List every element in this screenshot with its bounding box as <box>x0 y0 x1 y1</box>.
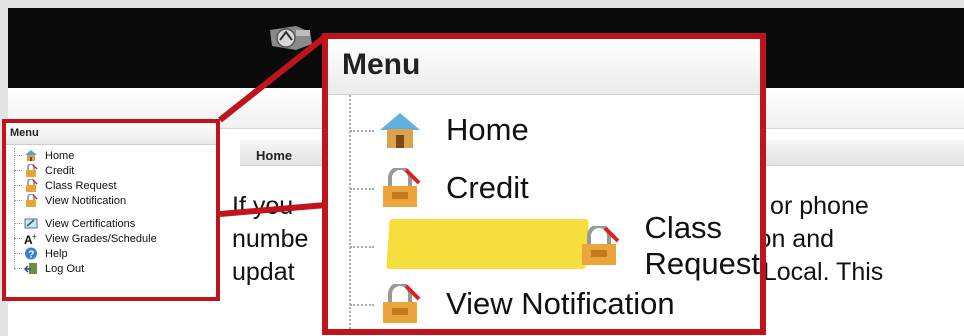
sidebar-menu-title: Menu <box>6 123 216 145</box>
sidebar-menu-list: Home Credit Class Request View Notificat… <box>6 145 216 276</box>
lock-icon <box>383 168 421 207</box>
home-icon <box>380 113 420 148</box>
union-logo-icon <box>270 26 312 50</box>
zoomed-menu-title: Menu <box>328 39 760 95</box>
sidebar-menu: Menu Home Credit Class Request View Noti… <box>2 119 220 301</box>
highlight-marker <box>386 219 589 269</box>
certificate-icon <box>24 218 38 229</box>
zoomed-item-label: Credit <box>446 170 529 205</box>
content-line: ion and <box>752 225 835 253</box>
zoomed-item-label: Home <box>446 112 529 147</box>
lock-icon <box>26 179 38 192</box>
svg-text:+: + <box>32 232 37 241</box>
sidebar-item-label: Home <box>45 149 75 162</box>
logout-icon <box>24 263 37 274</box>
lock-icon <box>383 284 421 323</box>
sidebar-item-log-out[interactable]: Log Out <box>6 261 216 276</box>
lock-icon <box>26 164 38 177</box>
content-line: e Local. This <box>742 258 884 286</box>
sidebar-item-credit[interactable]: Credit <box>6 163 216 178</box>
svg-text:?: ? <box>28 250 34 261</box>
sidebar-item-label: View Grades/Schedule <box>45 232 157 245</box>
lock-icon <box>581 226 619 265</box>
sidebar-item-label: Credit <box>45 164 75 177</box>
sidebar-item-label: View Notification <box>45 194 127 207</box>
sidebar-item-label: View Certifications <box>45 217 136 230</box>
lock-icon <box>26 194 38 207</box>
zoomed-item-home[interactable]: Home <box>328 101 760 159</box>
zoomed-item-label: Class Request <box>644 210 761 281</box>
content-body-right: il or phone ion and e Local. This <box>742 190 962 289</box>
sidebar-item-view-certifications[interactable]: View Certifications <box>6 216 216 231</box>
sidebar-item-view-grades-schedule[interactable]: A + View Grades/Schedule <box>6 231 216 246</box>
sidebar-item-view-notification[interactable]: View Notification <box>6 193 216 208</box>
sidebar-item-label: Help <box>45 247 68 260</box>
sidebar-item-label: Log Out <box>45 262 85 275</box>
zoomed-item-class-request[interactable]: Class Request <box>328 210 760 281</box>
sidebar-item-home[interactable]: Home <box>6 148 216 163</box>
sidebar-item-help[interactable]: ? Help <box>6 246 216 261</box>
zoomed-menu-list: Home Credit Class Request View Notificat… <box>328 95 760 329</box>
content-header-title: Home <box>256 148 293 163</box>
home-icon <box>25 150 37 161</box>
zoomed-item-label: View Notification <box>446 286 675 321</box>
zoomed-menu: Menu Home Credit Class Request View Noti… <box>322 33 766 335</box>
grade-icon: A + <box>24 232 37 245</box>
help-icon: ? <box>25 247 37 261</box>
zoomed-item-view-notification[interactable]: View Notification <box>328 275 760 329</box>
content-line: il or phone <box>752 192 869 220</box>
sidebar-item-class-request[interactable]: Class Request <box>6 178 216 193</box>
sidebar-item-label: Class Request <box>45 179 117 192</box>
zoomed-item-credit[interactable]: Credit <box>328 159 760 217</box>
